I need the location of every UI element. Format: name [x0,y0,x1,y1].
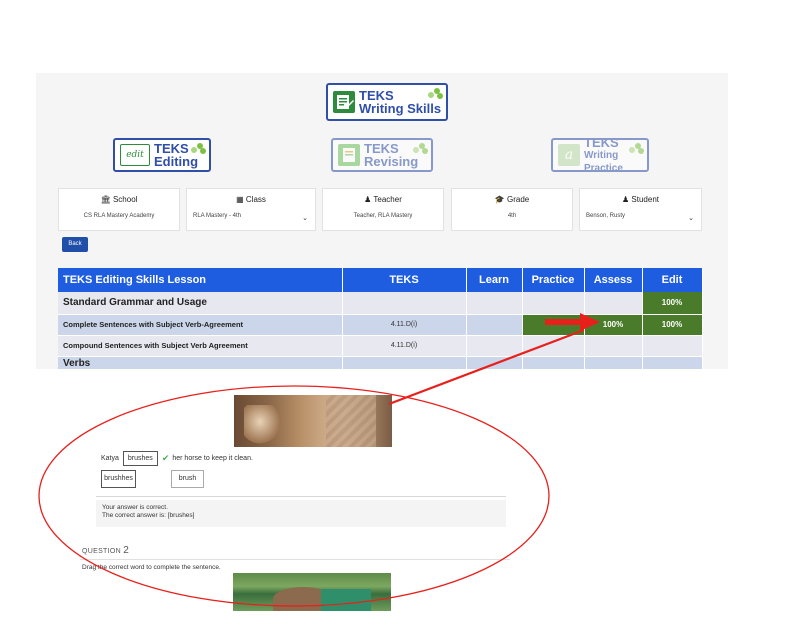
revising-pad-icon [338,144,360,166]
table-row[interactable]: Compound Sentences with Subject Verb Agr… [58,335,703,357]
question2-label: QUESTION 2 [82,545,129,556]
learn-cell [466,356,523,369]
table-row-category: Standard Grammar and Usage 100% [58,292,703,315]
dots-decoration-icon [621,143,644,154]
institution-icon: 🏛 [100,195,111,204]
teks-writing-practice-logo[interactable]: a TEKS Writing Practice [551,136,649,174]
column-header-teks: TEKS [342,268,467,292]
chevron-down-icon[interactable]: ⌄ [302,214,308,222]
school-value: CS RLA Mastery Academy [83,213,155,219]
divider [96,496,506,497]
teks-cell: 4.11.D(i) [342,314,467,336]
logo-line2: Revising [364,154,419,169]
lesson-title[interactable]: Compound Sentences with Subject Verb Agr… [58,335,343,357]
teacher-filter: ♟ Teacher Teacher, RLA Mastery [322,188,444,231]
practice-cell [522,356,585,369]
teacher-label: Teacher [373,195,402,204]
assess-cell[interactable] [584,335,643,357]
lessons-table: TEKS Editing Skills Lesson TEKS Learn Pr… [58,268,703,369]
dots-decoration-icon [420,88,443,99]
teks-cell: 4.11.D(i) [342,335,467,357]
user-icon: ♟ [364,195,372,204]
back-button[interactable]: Back [62,237,88,252]
teks-editing-logo[interactable]: edit TEKS Editing [113,138,211,172]
class-select[interactable]: ▦ Class RLA Mastery - 4th ⌄ [186,188,316,231]
learn-cell[interactable] [466,335,523,357]
student-label: Student [631,195,659,204]
horse-photo [234,395,392,447]
edit-cell [642,356,703,369]
answer-drop-box[interactable]: brushes [122,450,158,466]
assess-cell [584,292,643,315]
drag-choice[interactable]: brush [171,470,204,488]
teks-cell [342,356,467,369]
lesson-title[interactable]: Complete Sentences with Subject Verb-Agr… [58,314,343,336]
table-row-category: Verbs [58,356,703,369]
class-label: Class [245,195,266,204]
graduation-cap-icon: 🎓 [494,195,505,204]
edit-score-cell[interactable]: 100% [642,292,703,315]
learn-cell [466,292,523,315]
edit-badge-icon: edit [120,144,150,166]
column-header-practice: Practice [522,268,585,292]
student-select[interactable]: ♟ Student Benson, Rusty ⌄ [579,188,702,231]
column-header-lesson: TEKS Editing Skills Lesson [58,268,343,292]
grade-value: 4th [507,213,517,219]
practice-cell[interactable] [522,314,585,336]
class-value[interactable]: RLA Mastery - 4th [193,213,309,219]
feedback-correct: Your answer is correct. [102,504,168,511]
question-number: 2 [123,545,130,556]
sentence-start: Katya [101,454,119,462]
school-label: School [112,195,138,204]
teacher-value: Teacher, RLA Mastery [353,213,413,219]
zoomed-quiz-view: Katya brushes ✔ her horse to keep it cle… [0,369,796,631]
learn-cell[interactable] [466,314,523,336]
chevron-down-icon[interactable]: ⌄ [688,214,694,222]
logo-line2: Editing [154,154,199,169]
writing-pad-icon [333,91,355,113]
grade-filter: 🎓 Grade 4th [451,188,573,231]
horse-grooming-photo [233,573,391,611]
column-header-edit: Edit [642,268,703,292]
teks-writing-skills-logo[interactable]: TEKS Writing Skills [326,83,448,121]
dots-decoration-icon [183,143,206,154]
practice-badge-icon: a [558,144,580,166]
question-word: QUESTION [82,548,121,555]
table-header-row: TEKS Editing Skills Lesson TEKS Learn Pr… [58,268,703,292]
id-card-icon: ▦ [236,195,244,204]
feedback-answer: The correct answer is: [brushes] [102,512,195,519]
teks-cell [342,292,467,315]
practice-cell [522,292,585,315]
user-icon: ♟ [622,195,630,204]
sentence-end: her horse to keep it clean. [172,454,253,462]
edit-cell[interactable] [642,335,703,357]
table-row[interactable]: Complete Sentences with Subject Verb-Agr… [58,314,703,336]
question1-sentence: Katya brushes ✔ her horse to keep it cle… [101,449,253,467]
report-panel: TEKS Writing Skills edit TEKS Editing TE… [36,73,728,369]
dots-decoration-icon [405,143,428,154]
checkmark-icon: ✔ [161,452,170,463]
grade-label: Grade [506,195,530,204]
column-header-assess: Assess [584,268,643,292]
answer-feedback: Your answer is correct. The correct answ… [96,500,506,527]
school-filter: 🏛 School CS RLA Mastery Academy [58,188,180,231]
logo-line2: Writing Skills [359,101,442,116]
question2-instruction: Drag the correct word to complete the se… [82,564,221,571]
column-header-learn: Learn [466,268,523,292]
drag-choice[interactable]: brushhes [101,470,136,488]
category-title: Verbs [58,356,343,369]
assess-score-cell[interactable]: 100% [584,314,643,336]
assess-cell [584,356,643,369]
practice-cell[interactable] [522,335,585,357]
teks-revising-logo[interactable]: TEKS Revising [331,138,433,172]
edit-score-cell[interactable]: 100% [642,314,703,336]
category-title: Standard Grammar and Usage [58,292,343,315]
student-value[interactable]: Benson, Rusty [586,213,695,219]
divider [80,559,510,560]
